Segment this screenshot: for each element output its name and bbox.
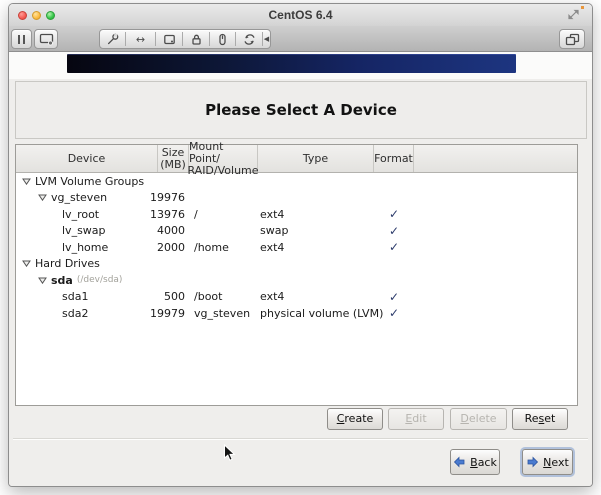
expander-icon[interactable] [38,194,47,201]
fullscreen-icon[interactable] [567,8,580,21]
table-row[interactable]: lv_home 2000 /home ext4 ✓ [16,239,577,256]
banner-strip [9,52,592,79]
window-title: CentOS 6.4 [9,8,592,22]
wrench-icon[interactable] [100,30,125,48]
device-table: Device Size(MB) Mount Point/RAID/Volume … [15,144,578,406]
separator [13,438,588,439]
column-header-format: Format [374,145,414,172]
notification-dot [581,6,584,9]
reset-button[interactable]: Reset [512,408,568,430]
back-button[interactable]: Back [450,449,500,475]
next-button[interactable]: Next [522,449,573,475]
expander-icon[interactable] [22,178,31,185]
table-header: Device Size(MB) Mount Point/RAID/Volume … [16,145,577,173]
table-row[interactable]: LVM Volume Groups [16,173,577,190]
unity-view-button[interactable] [559,29,585,49]
table-row[interactable]: vg_steven 19976 [16,190,577,207]
format-check-icon: ✓ [389,290,399,304]
column-header-type: Type [258,145,374,172]
resize-horizontal-icon[interactable]: ↔ [126,30,155,48]
titlebar[interactable]: CentOS 6.4 [9,4,592,26]
overlapping-windows-icon [565,33,580,46]
table-row[interactable]: sda2 19979 vg_steven physical volume (LV… [16,305,577,322]
table-row[interactable]: sda (/dev/sda) [16,272,577,289]
column-header-size: Size(MB) [158,145,189,172]
back-arrow-icon [453,456,466,468]
column-header-mount: Mount Point/RAID/Volume [189,145,258,172]
lock-icon[interactable] [183,30,209,48]
vm-window: CentOS 6.4 [8,3,593,487]
edit-button[interactable]: Edit [388,408,444,430]
hard-disk-icon[interactable] [156,30,182,48]
table-row[interactable]: sda1 500 /boot ext4 ✓ [16,289,577,306]
table-row[interactable]: Hard Drives [16,256,577,273]
format-check-icon: ✓ [389,306,399,320]
pause-icon [18,35,26,44]
format-check-icon: ✓ [389,240,399,254]
display-icon [39,33,54,46]
device-toolbar: ↔ [99,29,271,49]
format-check-icon: ✓ [389,207,399,221]
column-header-empty [414,145,577,172]
sync-icon[interactable] [236,30,262,48]
page-title: Please Select A Device [16,82,586,138]
pause-button[interactable] [11,29,32,49]
expander-icon[interactable] [22,260,31,267]
vm-toolbar: ↔ [9,26,592,52]
device-path-note: (/dev/sda) [77,275,123,285]
mouse-cursor [223,444,236,463]
column-header-device: Device [16,145,158,172]
table-row[interactable]: lv_root 13976 / ext4 ✓ [16,206,577,223]
next-arrow-icon [526,456,539,468]
delete-button[interactable]: Delete [450,408,507,430]
table-body: LVM Volume Groups vg_steven [16,173,577,322]
installer-content: Please Select A Device Device Size(MB) M… [9,52,592,486]
title-panel: Please Select A Device [15,81,587,139]
collapse-toolbar-icon[interactable]: ◀ [263,30,270,48]
create-button[interactable]: Create [327,408,383,430]
progress-banner [67,54,516,73]
display-settings-button[interactable] [34,29,58,49]
mouse-icon[interactable] [210,30,235,48]
expander-icon[interactable] [38,277,47,284]
table-row[interactable]: lv_swap 4000 swap ✓ [16,223,577,240]
screenshot-stage: CentOS 6.4 [0,0,601,495]
format-check-icon: ✓ [389,224,399,238]
